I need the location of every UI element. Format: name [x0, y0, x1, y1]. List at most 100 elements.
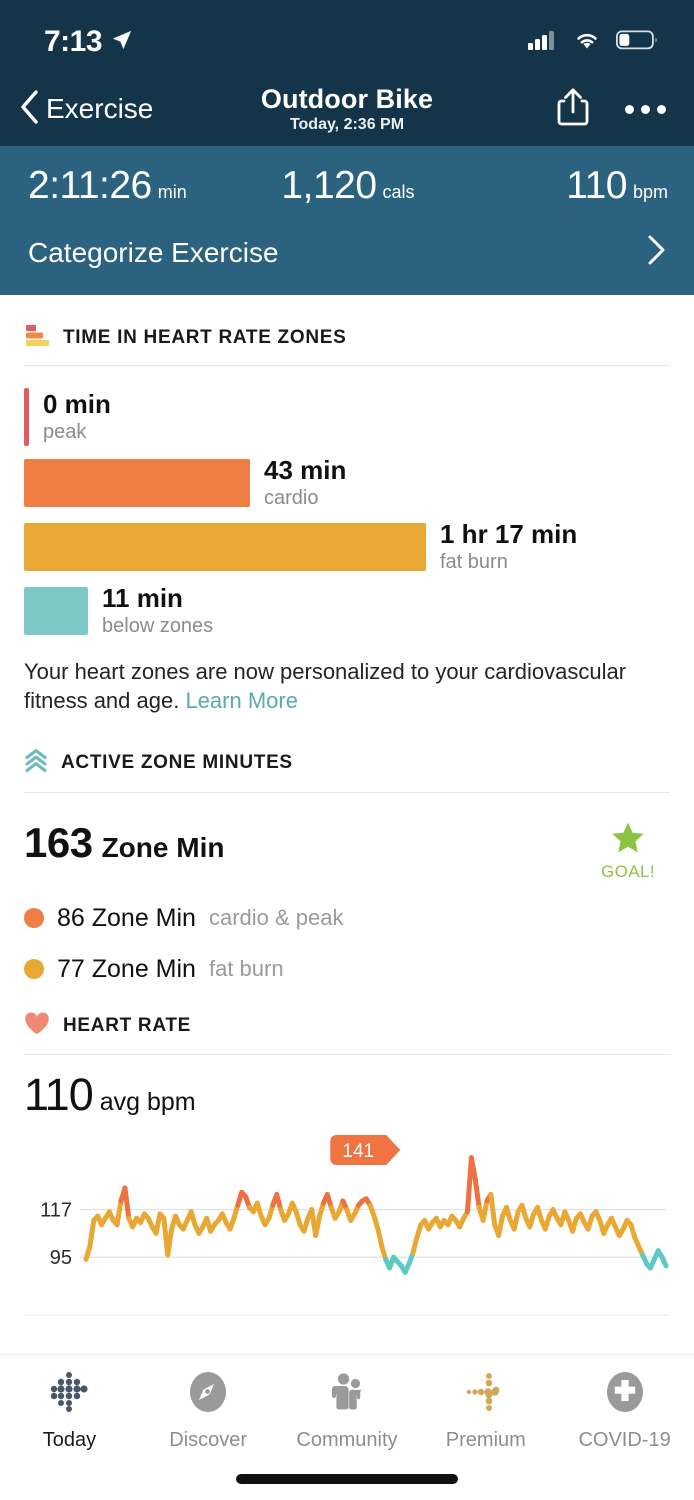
medical-cross-icon: [602, 1369, 648, 1420]
tab-premium[interactable]: Premium: [416, 1369, 555, 1452]
stats-row: 2:11:26 min 1,120 cals 110 bpm: [0, 164, 694, 208]
zone-minutes-peak: 0 min: [43, 390, 111, 419]
zone-name-cardio: cardio: [264, 486, 346, 510]
chart-series-heart-rate: [86, 1157, 666, 1272]
hr-section-header: HEART RATE: [24, 984, 670, 1055]
azm-total-row: 163 Zone Min GOAL!: [24, 793, 670, 882]
location-arrow-icon: [111, 29, 133, 56]
azm-total-value: 163: [24, 819, 93, 867]
zones-note-text: Your heart zones are now personalized to…: [24, 659, 626, 713]
azm-total-unit: Zone Min: [102, 832, 225, 864]
azm-breakdown-fat-burn: 77 Zone Min fat burn: [24, 955, 670, 984]
back-button[interactable]: Exercise: [18, 89, 153, 130]
zone-row-cardio: 43 min cardio: [24, 456, 670, 510]
stat-duration-value: 2:11:26: [28, 164, 152, 208]
heart-rate-zones-section: TIME IN HEART RATE ZONES 0 min peak 43 m…: [0, 295, 694, 720]
goal-label: GOAL!: [586, 862, 670, 882]
zone-name-fat-burn: fat burn: [440, 550, 577, 574]
goal-badge: GOAL!: [586, 819, 670, 882]
hr-average-unit: avg bpm: [100, 1088, 196, 1117]
zone-row-fat-burn: 1 hr 17 min fat burn: [24, 520, 670, 574]
nav-bar: Exercise Outdoor Bike Today, 2:36 PM: [0, 72, 694, 146]
azm-dot-fat-burn: [24, 959, 44, 979]
zone-text-fat-burn: 1 hr 17 min fat burn: [440, 520, 577, 574]
azm-section-header: ACTIVE ZONE MINUTES: [24, 720, 670, 793]
zone-row-below-zones: 11 min below zones: [24, 584, 670, 638]
stats-summary-block: 2:11:26 min 1,120 cals 110 bpm Categoriz…: [0, 146, 694, 295]
tab-covid-19[interactable]: COVID-19: [555, 1369, 694, 1452]
stat-calories-value: 1,120: [281, 164, 376, 208]
heart-rate-section: HEART RATE 110 avg bpm 95 117 141: [0, 984, 694, 1336]
hr-average-row: 110 avg bpm: [24, 1055, 670, 1121]
home-indicator: [236, 1474, 458, 1484]
cellular-signal-icon: [528, 29, 558, 56]
back-button-label: Exercise: [46, 93, 153, 125]
azm-breakdown-cardio-peak: 86 Zone Min cardio & peak: [24, 904, 670, 933]
star-icon: [611, 841, 645, 858]
share-icon[interactable]: [555, 86, 591, 133]
stat-calories-unit: cals: [383, 182, 415, 203]
stat-duration-unit: min: [158, 182, 187, 203]
chevron-left-icon: [18, 89, 40, 130]
azm-total: 163 Zone Min: [24, 819, 586, 867]
tab-label-community: Community: [296, 1429, 397, 1452]
zone-bar-peak: [24, 388, 29, 446]
heart-rate-chart-svg: 95 117 141: [24, 1131, 670, 1331]
azm-value-fat-burn: 77 Zone Min: [57, 955, 196, 984]
zone-text-cardio: 43 min cardio: [264, 456, 346, 510]
people-icon: [324, 1369, 370, 1420]
active-zone-minutes-section: ACTIVE ZONE MINUTES 163 Zone Min GOAL! 8…: [0, 720, 694, 984]
zone-name-peak: peak: [43, 420, 111, 444]
categorize-exercise-label: Categorize Exercise: [28, 237, 279, 269]
chart-y-tick-labels: 95 117: [40, 1199, 72, 1269]
svg-text:95: 95: [50, 1247, 72, 1269]
zones-section-header: TIME IN HEART RATE ZONES: [24, 295, 670, 366]
stat-calories: 1,120 cals: [241, 164, 454, 208]
zone-minutes-fat-burn: 1 hr 17 min: [440, 520, 577, 549]
zone-bar-fat-burn: [24, 523, 426, 571]
status-bar: 7:13: [0, 0, 694, 72]
battery-low-icon: [616, 29, 660, 56]
chevrons-up-icon: [24, 748, 48, 779]
ellipsis-icon[interactable]: [625, 105, 666, 114]
stat-bpm-value: 110: [566, 164, 627, 208]
tab-today[interactable]: Today: [0, 1369, 139, 1452]
tab-label-covid-19: COVID-19: [578, 1429, 670, 1452]
tab-label-premium: Premium: [446, 1429, 526, 1452]
zone-minutes-cardio: 43 min: [264, 456, 346, 485]
zone-text-peak: 0 min peak: [43, 390, 111, 444]
zone-row-peak: 0 min peak: [24, 388, 670, 446]
nav-actions: [555, 86, 666, 133]
compass-icon: [185, 1369, 231, 1420]
zones-list: 0 min peak 43 min cardio 1 hr 17: [24, 366, 670, 638]
heart-rate-chart[interactable]: 95 117 141: [24, 1131, 670, 1336]
azm-section-title: ACTIVE ZONE MINUTES: [61, 752, 293, 774]
content-scroll: TIME IN HEART RATE ZONES 0 min peak 43 m…: [0, 295, 694, 1336]
stat-duration: 2:11:26 min: [28, 164, 241, 208]
tab-community[interactable]: Community: [278, 1369, 417, 1452]
learn-more-link[interactable]: Learn More: [185, 688, 298, 713]
status-bar-clock: 7:13: [44, 25, 102, 59]
tab-label-discover: Discover: [169, 1429, 247, 1452]
hr-average-value: 110: [24, 1069, 93, 1121]
chart-peak-annotation: 141: [330, 1135, 400, 1165]
azm-label-cardio-peak: cardio & peak: [209, 905, 344, 931]
premium-dots-icon: [463, 1369, 509, 1420]
fitbit-dots-icon: [46, 1369, 92, 1420]
svg-text:141: 141: [342, 1141, 374, 1162]
zone-text-below-zones: 11 min below zones: [102, 584, 213, 638]
tab-label-today: Today: [43, 1429, 96, 1452]
tab-discover[interactable]: Discover: [139, 1369, 278, 1452]
chevron-right-icon: [646, 234, 666, 271]
azm-value-cardio-peak: 86 Zone Min: [57, 904, 196, 933]
categorize-exercise-row[interactable]: Categorize Exercise: [0, 208, 694, 295]
svg-text:117: 117: [40, 1199, 72, 1221]
zones-section-title: TIME IN HEART RATE ZONES: [63, 327, 347, 349]
status-bar-left: 7:13: [44, 25, 133, 59]
exercise-detail-screen: 7:13: [0, 0, 694, 1500]
zone-name-below-zones: below zones: [102, 614, 213, 638]
zone-bar-below-zones: [24, 587, 88, 635]
stat-bpm-unit: bpm: [633, 182, 668, 203]
zone-bar-cardio: [24, 459, 250, 507]
heart-icon: [24, 1012, 50, 1041]
